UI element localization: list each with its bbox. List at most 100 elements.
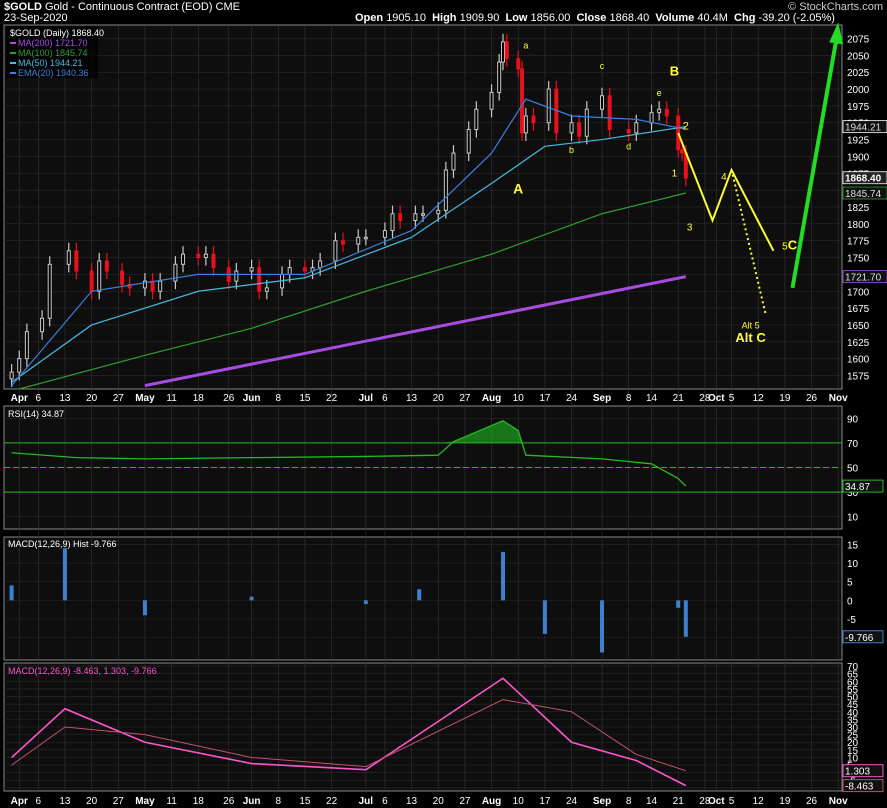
candle-body: [634, 122, 639, 134]
y-tick-label: 1975: [847, 102, 870, 113]
candle-body: [489, 91, 494, 110]
y-tick-label: -5: [847, 615, 856, 626]
candle-body: [626, 128, 631, 134]
candle-body: [600, 95, 605, 110]
candle-body: [500, 41, 505, 63]
candle-body: [318, 260, 323, 269]
wave-label: d: [626, 142, 631, 152]
macd-hist-bar: [600, 600, 605, 653]
x-label-top: 18: [193, 393, 205, 404]
y-tick-label: 10: [847, 513, 859, 524]
y-tick-label: 2025: [847, 68, 870, 79]
candle-body: [451, 152, 456, 171]
candle-body: [466, 128, 471, 154]
x-label-top: Apr: [11, 393, 28, 404]
candle-body: [657, 108, 662, 114]
x-label-bottom: 8: [275, 796, 281, 807]
candle-body: [607, 95, 612, 130]
candle-body: [333, 240, 338, 262]
x-label-bottom: 17: [539, 796, 551, 807]
y-tick-label: 70: [847, 662, 859, 673]
candle-body: [264, 287, 269, 292]
candle-body: [546, 88, 551, 124]
x-label-top: Sep: [593, 393, 611, 404]
candle-body: [47, 263, 52, 319]
x-label-bottom: 8: [626, 796, 632, 807]
macd-hist-bar: [417, 589, 422, 601]
x-label-bottom: Jul: [359, 796, 374, 807]
x-label-bottom: 14: [646, 796, 658, 807]
candle-body: [356, 236, 361, 245]
last-value-label: -9.766: [845, 633, 874, 644]
candle-body: [664, 108, 669, 117]
x-label-bottom: 26: [223, 796, 235, 807]
x-label-top: 12: [753, 393, 765, 404]
y-tick-label: 70: [847, 439, 859, 450]
x-label-top: 10: [513, 393, 525, 404]
y-tick-label: 15: [847, 540, 859, 551]
x-label-bottom: 27: [459, 796, 471, 807]
macd-hist-bar: [249, 596, 254, 601]
candle-body: [181, 253, 186, 265]
macd-legend: MACD(12,26,9) -8.463, 1.303, -9.766: [8, 666, 157, 676]
x-label-top: May: [135, 393, 155, 404]
x-label-top: 20: [433, 393, 445, 404]
candle-body: [584, 108, 589, 137]
x-label-bottom: 6: [36, 796, 42, 807]
wave-label: a: [523, 41, 528, 51]
x-label-top: 20: [86, 393, 98, 404]
last-value-label: -8.463: [845, 782, 874, 793]
candle-body: [531, 115, 536, 124]
macd-hist-bar: [62, 548, 67, 601]
candle-body: [249, 267, 254, 272]
candle-body: [150, 280, 155, 292]
x-label-top: Jun: [243, 393, 261, 404]
candle-body: [577, 122, 582, 137]
legend-entry: MA(200) 1721.70: [18, 38, 88, 48]
y-tick-label: 1825: [847, 203, 870, 214]
y-tick-label: 1775: [847, 237, 870, 248]
candle-body: [257, 267, 262, 292]
last-value-label: 1868.40: [845, 174, 882, 185]
x-label-bottom: 21: [673, 796, 685, 807]
x-label-top: 17: [539, 393, 551, 404]
x-label-bottom: 10: [513, 796, 525, 807]
y-tick-label: 1650: [847, 321, 870, 332]
y-tick-label: 1700: [847, 287, 870, 298]
wave-label: e: [657, 88, 662, 98]
macd-hist-bar: [676, 600, 681, 608]
x-label-bottom: Apr: [11, 796, 28, 807]
wave-label: B: [670, 64, 679, 79]
y-tick-label: 1675: [847, 304, 870, 315]
x-label-bottom: 6: [382, 796, 388, 807]
wave-label: 3: [687, 223, 693, 234]
legend-entry: EMA(20) 1940.36: [18, 68, 89, 78]
y-axis-ticks: 1575160016251650167517001725175017751800…: [847, 34, 870, 794]
x-label-bottom: 20: [433, 796, 445, 807]
x-label-bottom: 13: [406, 796, 418, 807]
candle-body: [520, 68, 525, 134]
candle-body: [504, 41, 509, 60]
candle-body: [234, 270, 239, 282]
x-label-top: 14: [646, 393, 658, 404]
x-label-top: 13: [59, 393, 71, 404]
candle-body: [158, 280, 163, 292]
x-label-bottom: 5: [729, 796, 735, 807]
macd-hist-bar: [683, 600, 688, 637]
candle-body: [203, 253, 208, 259]
x-label-top: 8: [626, 393, 632, 404]
candle-body: [523, 115, 528, 134]
y-tick-label: 5: [847, 578, 853, 589]
candle-body: [390, 213, 395, 232]
candle-body: [341, 240, 346, 245]
x-label-bottom: 26: [806, 796, 818, 807]
x-label-top: 11: [166, 393, 177, 404]
x-label-bottom: May: [135, 796, 155, 807]
candle-body: [9, 371, 14, 380]
candle-body: [474, 108, 479, 130]
y-tick-label: 2000: [847, 85, 870, 96]
x-label-bottom: 27: [113, 796, 125, 807]
candle-body: [516, 58, 521, 70]
y-tick-label: 50: [847, 464, 859, 475]
x-label-bottom: Aug: [482, 796, 501, 807]
